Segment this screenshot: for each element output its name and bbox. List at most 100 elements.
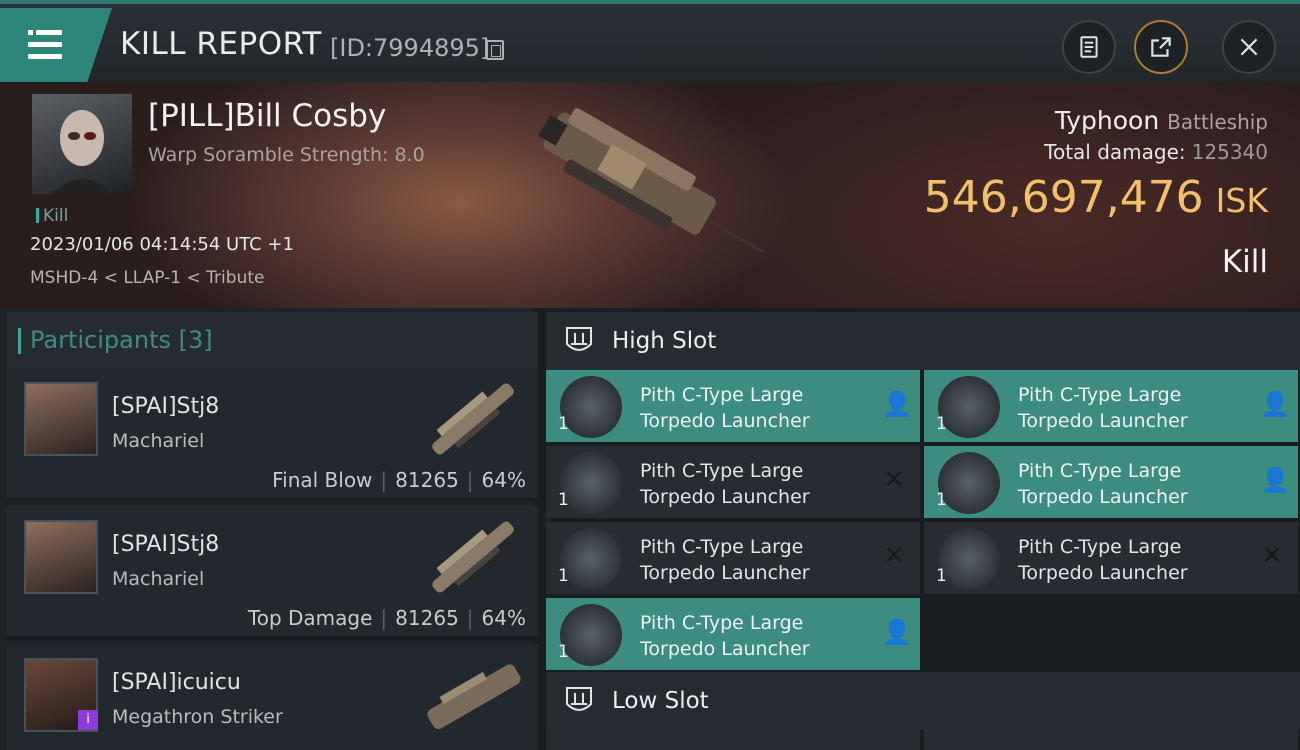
module-name-line2: Torpedo Launcher xyxy=(1018,410,1188,432)
module-name-line1: Pith C-Type Large xyxy=(640,384,804,406)
participant-ship-image xyxy=(432,521,514,593)
launcher-icon xyxy=(560,376,622,438)
module-name: Pith C-Type Large Torpedo Launcher xyxy=(640,534,870,586)
header-bar: KILL REPORT [ID:7994895] xyxy=(0,0,1300,82)
participant-row[interactable]: [SPAI]Stj8 Machariel Top Damage | 81265 | 64… xyxy=(6,506,538,640)
high-slot-header: High Slot xyxy=(546,312,1300,370)
participant-role: Top Damage xyxy=(247,606,373,630)
close-icon xyxy=(1240,38,1258,56)
module-qty: 1 xyxy=(558,566,569,586)
module-name-line2: Torpedo Launcher xyxy=(640,486,810,508)
destroyed-x-icon: ✕ xyxy=(883,541,905,571)
participant-ship-image xyxy=(427,664,521,730)
close-button[interactable] xyxy=(1222,20,1276,74)
module-name-line1: Pith C-Type Large xyxy=(1018,536,1182,558)
ship-name: Typhoon xyxy=(1054,106,1160,135)
participant-name: [SPAI]Stj8 xyxy=(112,394,220,419)
module-qty: 1 xyxy=(936,414,947,434)
module-name-line2: Torpedo Launcher xyxy=(1018,562,1188,584)
damage-label: Total damage: xyxy=(1044,140,1186,164)
low-slot-label: Low Slot xyxy=(612,688,709,714)
module-name: Pith C-Type Large Torpedo Launcher xyxy=(1018,458,1248,510)
dropped-person-icon: 👤 xyxy=(1260,466,1290,494)
destroyed-x-icon: ✕ xyxy=(883,465,905,495)
participant-percent: 64% xyxy=(481,606,526,630)
module-name-line2: Torpedo Launcher xyxy=(640,410,810,432)
kill-timestamp: 2023/01/06 04:14:54 UTC +1 xyxy=(30,234,294,255)
ship-class: Battleship xyxy=(1167,110,1268,134)
module-qty: 1 xyxy=(558,414,569,434)
module-qty: 1 xyxy=(558,642,569,662)
participant-name: [SPAI]Stj8 xyxy=(112,532,220,557)
module-name: Pith C-Type Large Torpedo Launcher xyxy=(1018,534,1248,586)
module-name-line1: Pith C-Type Large xyxy=(1018,460,1182,482)
total-damage: Total damage: 125340 xyxy=(1044,140,1268,164)
launcher-icon xyxy=(938,452,1000,514)
low-slot-module-partial[interactable] xyxy=(924,730,1298,750)
participant-ship: Machariel xyxy=(112,430,205,452)
clipboard-icon xyxy=(1080,36,1098,58)
module-tile[interactable]: 1 Pith C-Type Large Torpedo Launcher ✕ xyxy=(924,522,1298,594)
copy-icon[interactable] xyxy=(486,40,504,60)
module-name-line1: Pith C-Type Large xyxy=(640,612,804,634)
low-slot-module-partial[interactable] xyxy=(546,730,920,750)
module-tile[interactable]: 1 Pith C-Type Large Torpedo Launcher ✕ xyxy=(546,522,920,594)
participants-header: Participants [3] xyxy=(6,312,538,368)
isk-amount: 546,697,476 xyxy=(923,172,1204,223)
module-qty: 1 xyxy=(936,566,947,586)
module-name-line1: Pith C-Type Large xyxy=(640,460,804,482)
module-name: Pith C-Type Large Torpedo Launcher xyxy=(640,458,870,510)
kill-tag: Kill xyxy=(36,206,68,226)
participant-role: Final Blow xyxy=(272,468,373,492)
kill-location: MSHD-4 < LLAP-1 < Tribute xyxy=(30,268,265,288)
victim-ship-image xyxy=(538,108,765,254)
avatar[interactable] xyxy=(24,382,98,456)
menu-icon xyxy=(28,30,33,35)
damage-value: 125340 xyxy=(1191,140,1268,164)
module-name-line1: Pith C-Type Large xyxy=(1018,384,1182,406)
module-qty: 1 xyxy=(558,490,569,510)
high-slot-icon xyxy=(566,327,592,351)
module-tile[interactable]: 1 Pith C-Type Large Torpedo Launcher 👤 xyxy=(546,598,920,670)
participant-ship-image xyxy=(432,383,514,455)
participant-percent: 64% xyxy=(481,468,526,492)
module-name-line2: Torpedo Launcher xyxy=(1018,486,1188,508)
module-name: Pith C-Type Large Torpedo Launcher xyxy=(640,382,870,434)
participant-damage: 81265 xyxy=(395,606,459,630)
info-badge[interactable]: i xyxy=(78,710,98,730)
clipboard-button[interactable] xyxy=(1062,20,1116,74)
share-button[interactable] xyxy=(1134,20,1188,74)
participant-name: [SPAI]icuicu xyxy=(112,670,241,695)
module-tile[interactable]: 1 Pith C-Type Large Torpedo Launcher 👤 xyxy=(546,370,920,442)
destroyed-x-icon: ✕ xyxy=(1261,541,1283,571)
low-slot-header: Low Slot xyxy=(546,672,1300,730)
launcher-icon xyxy=(938,528,1000,590)
victim-banner: [PILL]Bill Cosby Warp Soramble Strength:… xyxy=(0,82,1300,308)
module-name: Pith C-Type Large Torpedo Launcher xyxy=(640,610,870,662)
launcher-icon xyxy=(560,528,622,590)
dropped-person-icon: 👤 xyxy=(1260,390,1290,418)
dropped-person-icon: 👤 xyxy=(882,390,912,418)
module-tile[interactable]: 1 Pith C-Type Large Torpedo Launcher ✕ xyxy=(546,446,920,518)
participant-ship: Megathron Striker xyxy=(112,706,283,728)
high-slot-label: High Slot xyxy=(612,328,717,354)
module-name-line2: Torpedo Launcher xyxy=(640,638,810,660)
menu-button[interactable] xyxy=(0,8,112,82)
participant-ship: Machariel xyxy=(112,568,205,590)
share-icon xyxy=(1151,37,1171,57)
victim-portrait[interactable] xyxy=(32,94,132,194)
result-label: Kill xyxy=(1221,244,1268,280)
module-tile[interactable]: 1 Pith C-Type Large Torpedo Launcher 👤 xyxy=(924,370,1298,442)
module-tile[interactable]: 1 Pith C-Type Large Torpedo Launcher 👤 xyxy=(924,446,1298,518)
module-name: Pith C-Type Large Torpedo Launcher xyxy=(1018,382,1248,434)
participant-row[interactable]: [SPAI]Stj8 Machariel Final Blow | 81265 | 64… xyxy=(6,368,538,502)
avatar[interactable] xyxy=(24,520,98,594)
participant-row[interactable]: i [SPAI]icuicu Megathron Striker xyxy=(6,644,538,750)
launcher-icon xyxy=(560,604,622,666)
participants-panel: Participants [3] [SPAI]Stj8 Machariel Fi… xyxy=(0,308,540,750)
module-qty: 1 xyxy=(936,490,947,510)
launcher-icon xyxy=(938,376,1000,438)
participant-damage: 81265 xyxy=(395,468,459,492)
isk-unit: ISK xyxy=(1215,181,1268,220)
participants-title: Participants [3] xyxy=(18,326,213,354)
